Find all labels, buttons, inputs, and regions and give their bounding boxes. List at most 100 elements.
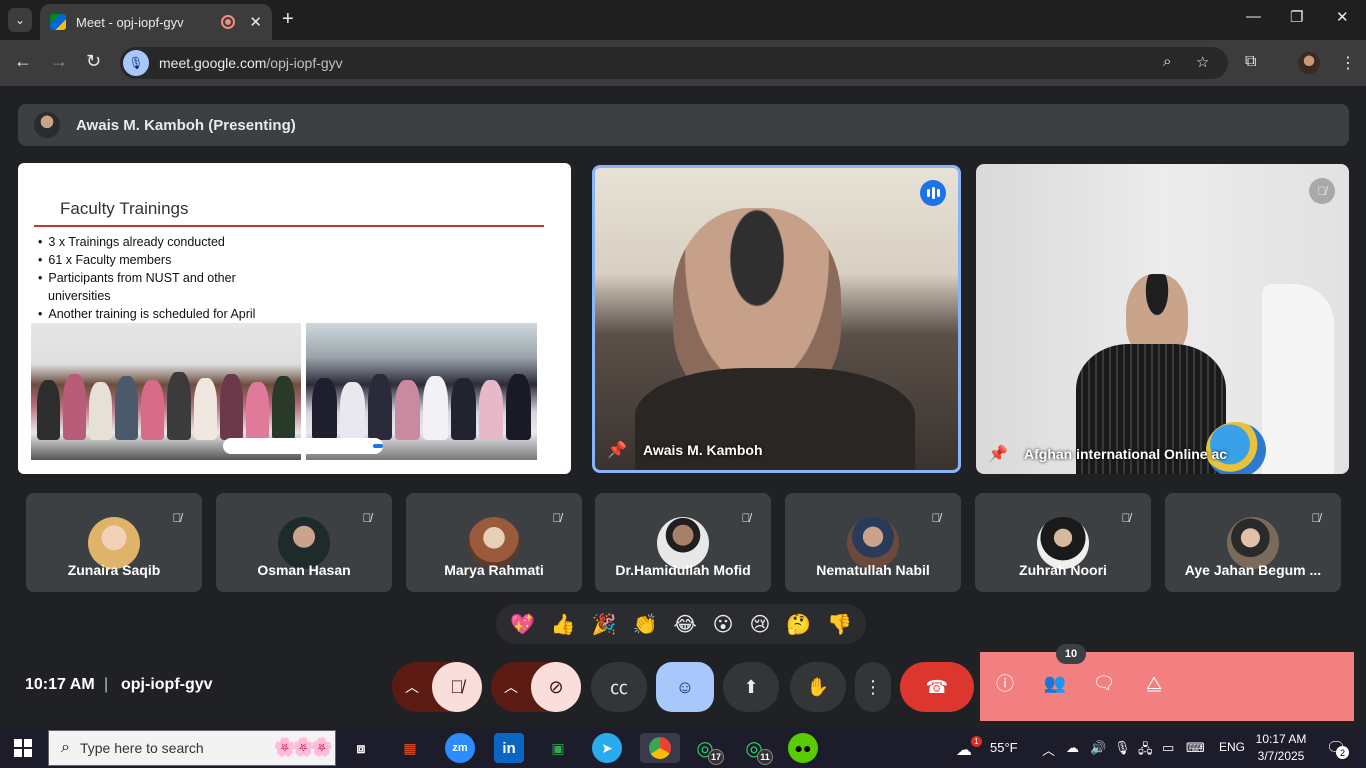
- notification-center-icon[interactable]: 🗨2: [1326, 738, 1349, 759]
- present-screen-button[interactable]: ⬆: [723, 662, 779, 712]
- mic-off-icon: 🎙̸: [733, 505, 759, 531]
- extensions-puzzle-icon[interactable]: ⧉: [1245, 53, 1256, 71]
- profile-avatar[interactable]: [1298, 52, 1320, 74]
- telegram-app-icon[interactable]: ➤: [592, 733, 622, 763]
- reaction-sad[interactable]: 😢: [749, 612, 770, 637]
- more-menu-icon[interactable]: ⋮: [1340, 53, 1356, 73]
- weather-cloud-icon[interactable]: ☁: [956, 740, 972, 760]
- language-indicator[interactable]: ENG: [1219, 740, 1245, 754]
- maximize-button[interactable]: ❐: [1290, 8, 1303, 26]
- chrome-app-icon[interactable]: [640, 733, 680, 763]
- forward-arrow-icon[interactable]: →: [50, 51, 68, 72]
- participant-tile[interactable]: 🎙̸ Zunaira Saqib: [26, 493, 202, 592]
- microphone-off-button[interactable]: 🎙̸: [432, 662, 482, 712]
- captions-button[interactable]: ㏄: [591, 662, 647, 712]
- participant-tile[interactable]: 🎙̸ Marya Rahmati: [406, 493, 582, 592]
- notification-count-badge: 2: [1336, 746, 1349, 759]
- onedrive-cloud-icon[interactable]: ☁: [1066, 740, 1079, 756]
- slide-title-divider: [34, 225, 544, 227]
- network-icon[interactable]: 🖧: [1138, 740, 1153, 762]
- participant-tile-awais[interactable]: 📌 Awais M. Kamboh: [592, 165, 961, 473]
- more-options-button[interactable]: ⋮: [855, 662, 891, 712]
- closed-captions-icon: ㏄: [610, 678, 628, 698]
- zoom-app-icon[interactable]: zm: [445, 733, 475, 763]
- activities-icon[interactable]: ⧋: [1140, 669, 1168, 697]
- reactions-button[interactable]: ☺: [656, 662, 714, 712]
- tab-search-button[interactable]: ⌄: [8, 8, 32, 32]
- chat-icon[interactable]: 🗨: [1090, 669, 1118, 697]
- participant-name: Afghan international Online ac: [1024, 446, 1228, 462]
- google-classroom-icon[interactable]: ▣: [543, 733, 573, 763]
- raise-hand-button[interactable]: ✋: [790, 662, 846, 712]
- keyboard-icon[interactable]: ⌨: [1186, 740, 1205, 756]
- presenter-avatar: [34, 112, 60, 138]
- slide-bullet: Another training is scheduled for April: [36, 305, 286, 323]
- reaction-laugh[interactable]: 😂: [673, 612, 696, 637]
- participant-tile[interactable]: 🎙̸ Zuhrah Noori: [975, 493, 1151, 592]
- browser-tab-meet[interactable]: Meet - opj-iopf-gyv ✕: [40, 4, 272, 40]
- mic-off-icon: 🎙̸: [354, 505, 380, 531]
- present-control: ⬆: [723, 662, 779, 712]
- reaction-clap[interactable]: 👏: [633, 612, 658, 637]
- reload-icon[interactable]: ↻: [86, 51, 101, 72]
- presentation-slide[interactable]: Faculty Trainings 3 x Trainings already …: [18, 163, 571, 474]
- meeting-details-info-icon[interactable]: ⓘ: [991, 669, 1019, 697]
- video-options-chevron-up-icon[interactable]: ︿: [491, 662, 531, 712]
- microphone-in-use-icon[interactable]: 🎙: [123, 50, 149, 76]
- participant-tile[interactable]: 🎙̸ Dr.Hamidullah Mofid: [595, 493, 771, 592]
- address-bar[interactable]: 🎙 meet.google.com/opj-iopf-gyv ⌕ ☆: [120, 47, 1228, 79]
- whatsapp-business-app-icon[interactable]: ◎ 11: [739, 733, 773, 765]
- reaction-party[interactable]: 🎉: [592, 612, 617, 637]
- zoom-magnifier-icon[interactable]: ⌕: [1163, 53, 1171, 70]
- participant-name: Awais M. Kamboh: [643, 442, 763, 458]
- reaction-thinking[interactable]: 🤔: [786, 612, 811, 637]
- speaking-indicator-icon: [920, 180, 946, 206]
- present-screen-icon: ⬆: [743, 676, 759, 697]
- participant-name: Osman Hasan: [257, 562, 351, 578]
- new-tab-button[interactable]: +: [282, 8, 294, 31]
- stop-sharing-chip: [373, 444, 383, 448]
- people-button[interactable]: 👥: [1041, 669, 1069, 697]
- minimize-button[interactable]: —: [1246, 8, 1261, 25]
- linkedin-app-icon[interactable]: in: [494, 733, 524, 763]
- participant-tile[interactable]: 🎙̸ Aye Jahan Begum ...: [1165, 493, 1341, 592]
- slide-title: Faculty Trainings: [60, 199, 189, 218]
- mic-off-icon: 🎙̸: [1309, 178, 1335, 204]
- camera-off-button[interactable]: ⊘: [531, 662, 581, 712]
- pin-icon[interactable]: 📌: [988, 444, 1008, 464]
- whatsapp-app-icon[interactable]: ◎ 17: [690, 733, 724, 765]
- people-count-badge: 10: [1056, 644, 1086, 664]
- bookmark-star-icon[interactable]: ☆: [1196, 53, 1209, 71]
- participant-tile-afghan[interactable]: 🎙̸ 📌 Afghan international Online ac: [976, 164, 1349, 474]
- close-window-button[interactable]: ✕: [1336, 8, 1349, 26]
- reaction-thumbs-down[interactable]: 👎: [827, 612, 852, 637]
- participant-tile[interactable]: 🎙̸ Osman Hasan: [216, 493, 392, 592]
- battery-icon[interactable]: ▭: [1162, 740, 1174, 756]
- taskbar-search-box[interactable]: ⌕ Type here to search 🌸🌸🌸: [48, 730, 336, 766]
- weather-temperature[interactable]: 55°F: [990, 740, 1018, 755]
- task-view-icon[interactable]: ⧈: [346, 733, 376, 763]
- leave-call-button[interactable]: ☎: [900, 662, 974, 712]
- tab-close-icon[interactable]: ✕: [249, 13, 262, 31]
- presenting-bar[interactable]: Awais M. Kamboh (Presenting): [18, 104, 1349, 146]
- reaction-surprised[interactable]: 😮: [713, 612, 734, 637]
- participant-name: Dr.Hamidullah Mofid: [615, 562, 751, 578]
- tray-microphone-icon[interactable]: 🎙: [1114, 740, 1131, 756]
- clock-time: 10:17 AM: [1255, 732, 1307, 746]
- more-vertical-icon: ⋮: [864, 676, 882, 697]
- back-arrow-icon[interactable]: ←: [14, 51, 32, 72]
- volume-icon[interactable]: 🔊: [1090, 740, 1106, 756]
- reaction-heart[interactable]: 💖: [510, 612, 535, 637]
- taskbar-clock[interactable]: 10:17 AM 3/7/2025: [1249, 731, 1313, 765]
- pin-icon[interactable]: 📌: [607, 440, 627, 460]
- microsoft-store-icon[interactable]: ▦: [395, 733, 425, 763]
- search-icon: ⌕: [61, 739, 70, 756]
- participant-tile[interactable]: 🎙̸ Nematullah Nabil: [785, 493, 961, 592]
- audio-options-chevron-up-icon[interactable]: ︿: [392, 662, 432, 712]
- participant-name: Aye Jahan Begum ...: [1184, 562, 1322, 578]
- duolingo-app-icon[interactable]: ●●: [788, 733, 818, 763]
- participant-name: Zuhrah Noori: [1019, 562, 1107, 578]
- reaction-thumbs-up[interactable]: 👍: [551, 612, 576, 637]
- windows-start-button[interactable]: [14, 739, 32, 757]
- tray-chevron-up-icon[interactable]: ︿: [1042, 740, 1055, 759]
